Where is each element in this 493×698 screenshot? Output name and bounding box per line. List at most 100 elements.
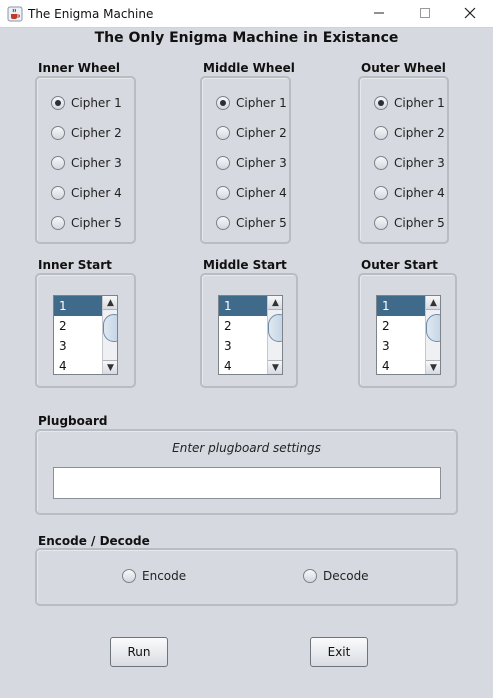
list-item[interactable]: 1 bbox=[54, 296, 102, 316]
outer-wheel-radio-4[interactable] bbox=[374, 186, 388, 200]
window-title: The Enigma Machine bbox=[28, 7, 154, 21]
inner-wheel-option-5[interactable]: Cipher 5 bbox=[51, 214, 122, 232]
middle-wheel-panel: Cipher 1 Cipher 2 Cipher 3 Cipher 4 Cipher 5 bbox=[200, 76, 291, 244]
mode-panel: Encode Decode bbox=[35, 548, 458, 606]
decode-radio-circle[interactable] bbox=[303, 569, 317, 583]
middle-wheel-option-4[interactable]: Cipher 4 bbox=[216, 184, 287, 202]
outer-wheel-radio-5[interactable] bbox=[374, 216, 388, 230]
maximize-button[interactable] bbox=[402, 0, 448, 28]
list-item[interactable]: 4 bbox=[377, 356, 425, 374]
outer-wheel-option-label: Cipher 3 bbox=[394, 156, 445, 170]
outer-wheel-radio-3[interactable] bbox=[374, 156, 388, 170]
inner-wheel-option-label: Cipher 2 bbox=[71, 126, 122, 140]
outer-wheel-option-3[interactable]: Cipher 3 bbox=[374, 154, 445, 172]
outer-wheel-label: Outer Wheel bbox=[361, 61, 446, 75]
plugboard-prompt: Enter plugboard settings bbox=[172, 441, 321, 455]
outer-wheel-option-2[interactable]: Cipher 2 bbox=[374, 124, 445, 142]
middle-wheel-option-1[interactable]: Cipher 1 bbox=[216, 94, 287, 112]
list-item[interactable]: 3 bbox=[377, 336, 425, 356]
inner-wheel-panel: Cipher 1 Cipher 2 Cipher 3 Cipher 4 Cipher 5 bbox=[35, 76, 136, 244]
encode-radio-label: Encode bbox=[142, 569, 187, 583]
middle-wheel-option-2[interactable]: Cipher 2 bbox=[216, 124, 287, 142]
plugboard-panel: Enter plugboard settings bbox=[35, 429, 458, 515]
inner-wheel-radio-4[interactable] bbox=[51, 186, 65, 200]
outer-start-panel: 1 2 3 4 ▲ ▼ bbox=[358, 273, 457, 388]
minimize-icon bbox=[374, 7, 384, 21]
outer-wheel-option-1[interactable]: Cipher 1 bbox=[374, 94, 445, 112]
encode-radio-circle[interactable] bbox=[122, 569, 136, 583]
middle-wheel-option-label: Cipher 2 bbox=[236, 126, 287, 140]
list-item[interactable]: 4 bbox=[54, 356, 102, 374]
vertical-scrollbar[interactable]: ▲ ▼ bbox=[102, 296, 117, 374]
inner-wheel-option-4[interactable]: Cipher 4 bbox=[51, 184, 122, 202]
inner-wheel-option-2[interactable]: Cipher 2 bbox=[51, 124, 122, 142]
inner-start-label: Inner Start bbox=[38, 258, 112, 272]
vertical-scrollbar[interactable]: ▲ ▼ bbox=[267, 296, 282, 374]
java-coffee-cup-icon bbox=[7, 6, 23, 22]
vertical-scrollbar[interactable]: ▲ ▼ bbox=[425, 296, 440, 374]
middle-wheel-label: Middle Wheel bbox=[203, 61, 295, 75]
inner-wheel-radio-3[interactable] bbox=[51, 156, 65, 170]
middle-wheel-radio-5[interactable] bbox=[216, 216, 230, 230]
scroll-down-arrow-icon[interactable]: ▼ bbox=[426, 360, 440, 374]
outer-wheel-option-label: Cipher 4 bbox=[394, 186, 445, 200]
encode-radio[interactable]: Encode bbox=[122, 567, 186, 585]
outer-wheel-option-label: Cipher 5 bbox=[394, 216, 445, 230]
list-item[interactable]: 4 bbox=[219, 356, 267, 374]
list-item[interactable]: 3 bbox=[54, 336, 102, 356]
outer-wheel-option-4[interactable]: Cipher 4 bbox=[374, 184, 445, 202]
inner-wheel-option-3[interactable]: Cipher 3 bbox=[51, 154, 122, 172]
close-button[interactable] bbox=[447, 0, 493, 28]
middle-wheel-option-5[interactable]: Cipher 5 bbox=[216, 214, 287, 232]
mode-label: Encode / Decode bbox=[38, 534, 150, 548]
run-button[interactable]: Run bbox=[110, 637, 168, 667]
middle-wheel-radio-3[interactable] bbox=[216, 156, 230, 170]
page-title: The Only Enigma Machine in Existance bbox=[94, 30, 399, 46]
middle-wheel-option-label: Cipher 5 bbox=[236, 216, 287, 230]
outer-start-list[interactable]: 1 2 3 4 ▲ ▼ bbox=[376, 295, 441, 375]
middle-wheel-radio-2[interactable] bbox=[216, 126, 230, 140]
outer-wheel-option-5[interactable]: Cipher 5 bbox=[374, 214, 445, 232]
outer-wheel-radio-2[interactable] bbox=[374, 126, 388, 140]
outer-wheel-panel: Cipher 1 Cipher 2 Cipher 3 Cipher 4 Cipher 5 bbox=[358, 76, 449, 244]
middle-wheel-radio-1[interactable] bbox=[216, 96, 230, 110]
scroll-up-arrow-icon[interactable]: ▲ bbox=[103, 296, 117, 310]
middle-wheel-option-3[interactable]: Cipher 3 bbox=[216, 154, 287, 172]
list-item[interactable]: 2 bbox=[54, 316, 102, 336]
scroll-thumb[interactable] bbox=[268, 314, 282, 342]
inner-wheel-option-label: Cipher 5 bbox=[71, 216, 122, 230]
inner-wheel-radio-1[interactable] bbox=[51, 96, 65, 110]
list-item[interactable]: 1 bbox=[377, 296, 425, 316]
middle-wheel-option-label: Cipher 3 bbox=[236, 156, 287, 170]
inner-wheel-option-label: Cipher 4 bbox=[71, 186, 122, 200]
scroll-down-arrow-icon[interactable]: ▼ bbox=[268, 360, 282, 374]
maximize-icon bbox=[420, 7, 430, 21]
middle-wheel-option-label: Cipher 1 bbox=[236, 96, 287, 110]
list-item[interactable]: 1 bbox=[219, 296, 267, 316]
inner-wheel-radio-5[interactable] bbox=[51, 216, 65, 230]
inner-wheel-option-label: Cipher 1 bbox=[71, 96, 122, 110]
scroll-thumb[interactable] bbox=[426, 314, 440, 342]
minimize-button[interactable] bbox=[356, 0, 402, 28]
middle-wheel-radio-4[interactable] bbox=[216, 186, 230, 200]
middle-start-list[interactable]: 1 2 3 4 ▲ ▼ bbox=[218, 295, 283, 375]
inner-wheel-radio-2[interactable] bbox=[51, 126, 65, 140]
title-bar: The Enigma Machine bbox=[0, 0, 493, 28]
list-item[interactable]: 2 bbox=[219, 316, 267, 336]
scroll-up-arrow-icon[interactable]: ▲ bbox=[426, 296, 440, 310]
scroll-thumb[interactable] bbox=[103, 314, 117, 342]
outer-wheel-radio-1[interactable] bbox=[374, 96, 388, 110]
inner-start-panel: 1 2 3 4 ▲ ▼ bbox=[35, 273, 136, 388]
inner-wheel-option-1[interactable]: Cipher 1 bbox=[51, 94, 122, 112]
list-item[interactable]: 2 bbox=[377, 316, 425, 336]
decode-radio[interactable]: Decode bbox=[303, 567, 369, 585]
exit-button[interactable]: Exit bbox=[310, 637, 368, 667]
inner-wheel-label: Inner Wheel bbox=[38, 61, 120, 75]
inner-start-list[interactable]: 1 2 3 4 ▲ ▼ bbox=[53, 295, 118, 375]
outer-start-label: Outer Start bbox=[361, 258, 438, 272]
middle-start-panel: 1 2 3 4 ▲ ▼ bbox=[200, 273, 298, 388]
scroll-down-arrow-icon[interactable]: ▼ bbox=[103, 360, 117, 374]
list-item[interactable]: 3 bbox=[219, 336, 267, 356]
plugboard-input[interactable] bbox=[53, 467, 441, 499]
scroll-up-arrow-icon[interactable]: ▲ bbox=[268, 296, 282, 310]
